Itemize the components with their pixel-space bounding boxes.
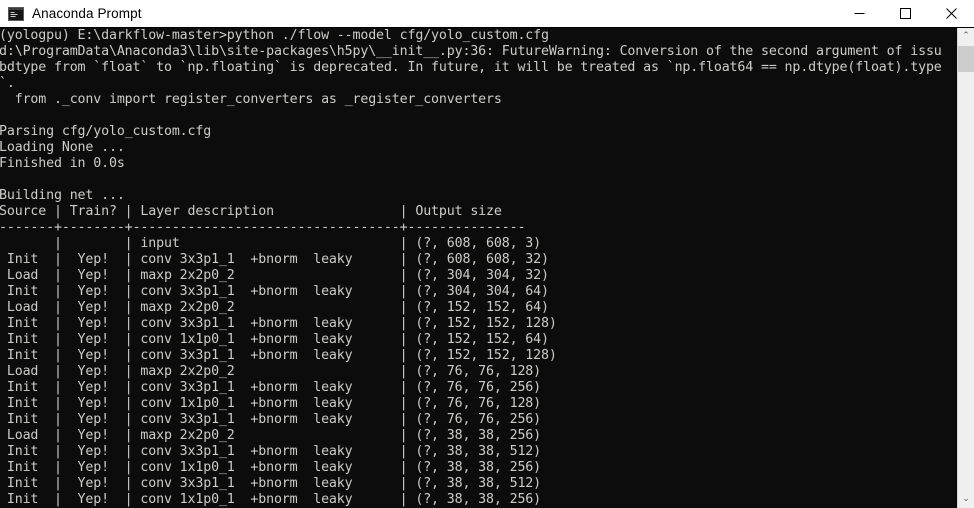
console-scrollbar[interactable]: ⌃ ⌄ xyxy=(957,28,974,508)
title-bar[interactable]: Anaconda Prompt xyxy=(0,0,974,28)
console-text: (yologpu) E:\darkflow-master>python ./fl… xyxy=(0,28,942,507)
close-button[interactable] xyxy=(928,0,974,27)
minimize-button[interactable] xyxy=(836,0,882,27)
chevron-down-icon: ⌄ xyxy=(962,494,970,504)
console-output-area[interactable]: (yologpu) E:\darkflow-master>python ./fl… xyxy=(0,28,974,508)
chevron-up-icon: ⌃ xyxy=(962,31,970,41)
window-controls xyxy=(836,0,974,27)
anaconda-prompt-window: Anaconda Prompt (yologpu) E:\darkflow-ma… xyxy=(0,0,974,508)
scroll-down-button[interactable]: ⌄ xyxy=(958,491,974,508)
close-icon xyxy=(945,8,957,19)
scroll-up-button[interactable]: ⌃ xyxy=(958,28,974,45)
window-title: Anaconda Prompt xyxy=(32,5,142,21)
maximize-icon xyxy=(899,8,911,19)
minimize-icon xyxy=(854,13,864,14)
maximize-button[interactable] xyxy=(882,0,928,27)
scrollbar-thumb[interactable] xyxy=(958,46,974,72)
console-icon xyxy=(8,6,24,21)
